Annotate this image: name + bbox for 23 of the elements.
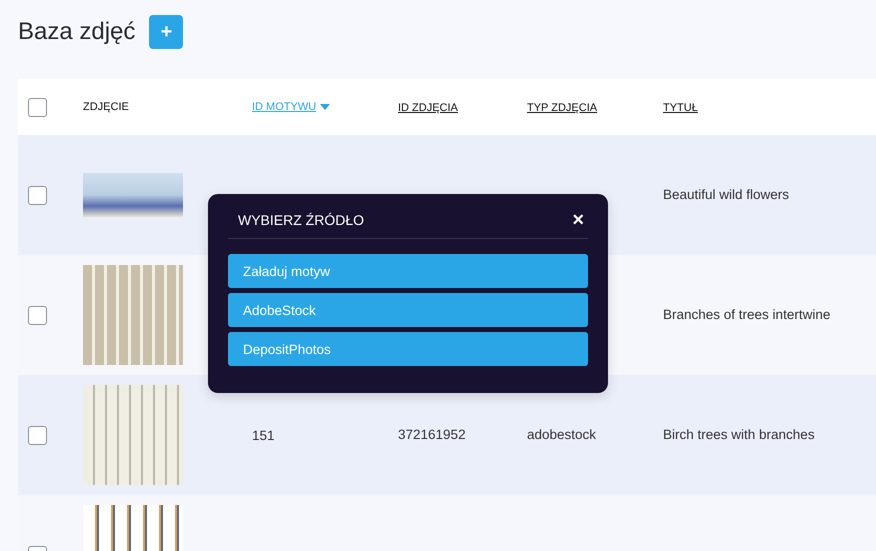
column-sort-link[interactable]: TYTUŁ	[663, 102, 698, 114]
source-option-button[interactable]: Załaduj motyw	[228, 254, 588, 288]
column-sort-link[interactable]: TYP ZDJĘCIA	[527, 102, 598, 114]
page-title: Baza zdjęć	[18, 18, 136, 46]
table-cell: Birch trees with branches	[663, 427, 815, 442]
caret-icon	[320, 104, 330, 110]
table-cell: 151	[252, 428, 275, 442]
column-header: ZDJĘCIE	[83, 101, 129, 113]
close-button[interactable]: ×	[572, 210, 584, 230]
row-checkbox[interactable]	[28, 426, 47, 444]
column-sort-link[interactable]: ID ZDJĘCIA	[398, 102, 458, 114]
table-cell: Beautiful wild flowers	[663, 187, 790, 202]
dialog-title: WYBIERZ ŹRÓDŁO	[238, 212, 364, 228]
table-cell: adobestock	[527, 427, 596, 442]
source-option-button[interactable]: AdobeStock	[228, 293, 588, 327]
table-cell: 372161952	[398, 427, 466, 442]
source-option-button[interactable]: DepositPhotos	[228, 332, 588, 366]
row-checkbox[interactable]	[28, 306, 47, 324]
table-cell: Branches of trees intertwine	[663, 307, 830, 322]
row-checkbox[interactable]	[28, 186, 47, 204]
select-all-checkbox[interactable]	[28, 98, 47, 116]
column-sort-link[interactable]: ID MOTYWU	[252, 101, 316, 113]
add-button[interactable]: +	[149, 15, 184, 49]
